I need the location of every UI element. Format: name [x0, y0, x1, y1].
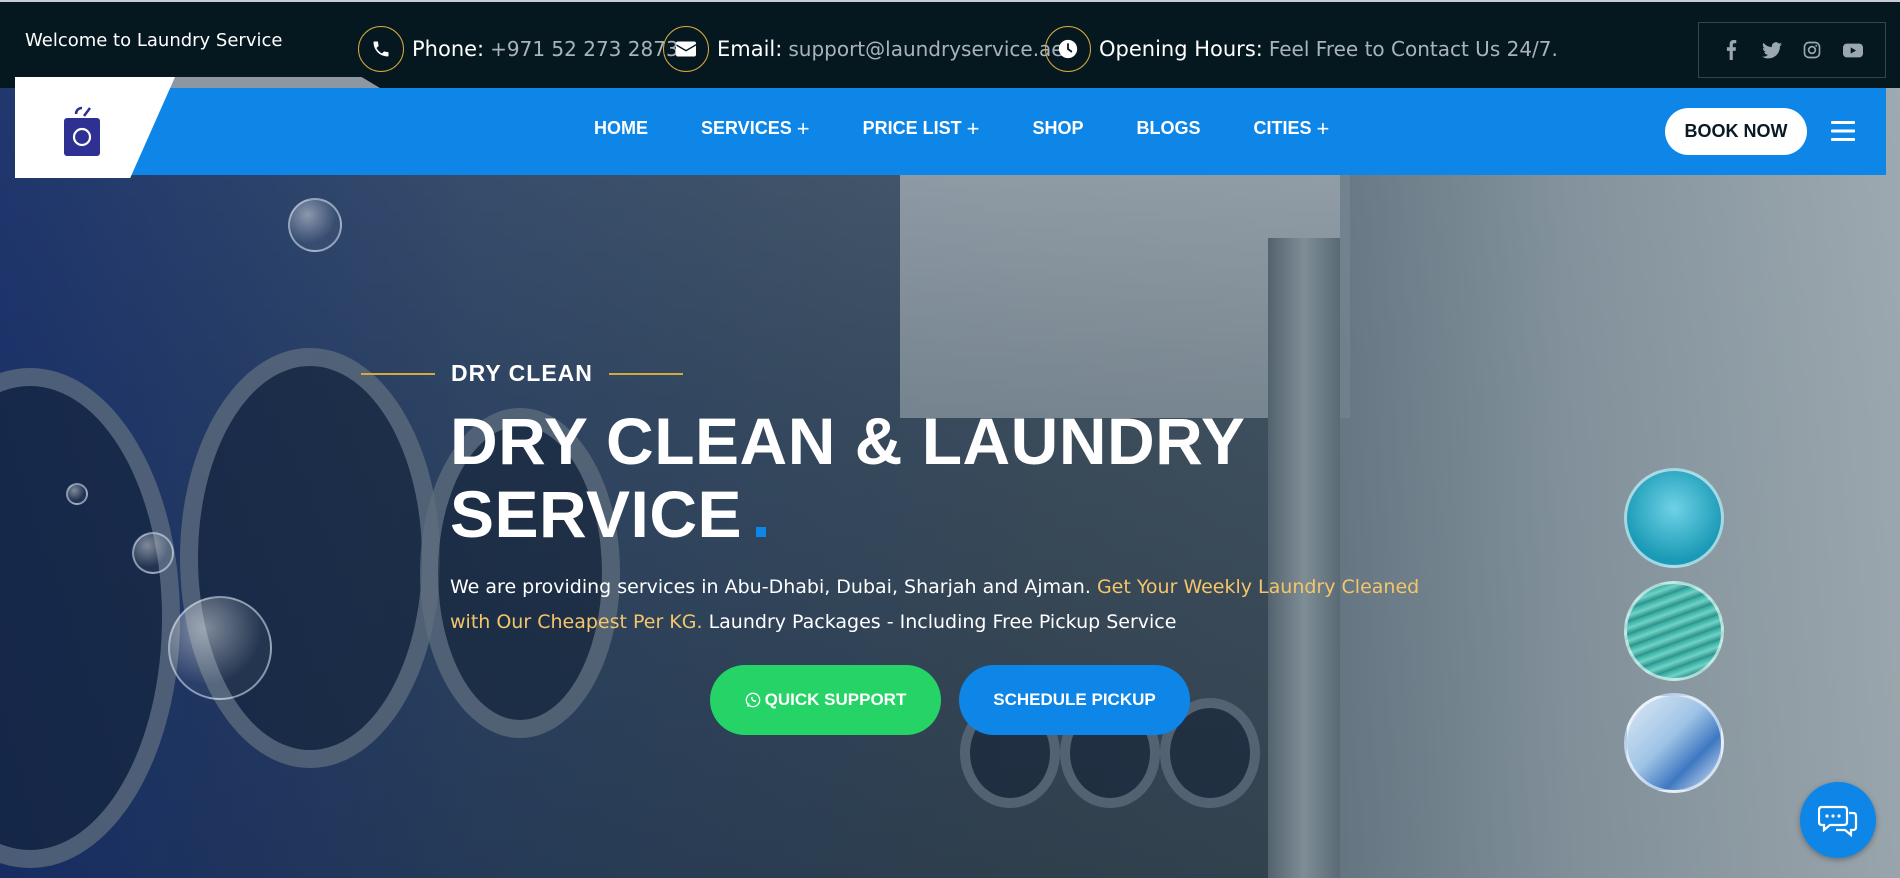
nav-item-blogs[interactable]: BLOGS: [1136, 118, 1200, 139]
chat-button[interactable]: [1800, 782, 1876, 858]
nav-item-home[interactable]: HOME: [594, 118, 648, 139]
email-label: Email:: [717, 37, 783, 61]
twitter-icon[interactable]: [1758, 36, 1786, 64]
hero-background-washer: [180, 348, 440, 768]
social-links: [1698, 22, 1886, 78]
title-accent-dot: [756, 527, 767, 537]
clock-icon: [1045, 26, 1091, 72]
hours-contact: Opening Hours: Feel Free to Contact Us 2…: [1045, 26, 1558, 72]
hero-description: We are providing services in Abu-Dhabi, …: [450, 570, 1450, 640]
hero-slide-thumbnail[interactable]: [1624, 693, 1724, 793]
book-now-button[interactable]: BOOK NOW: [1665, 108, 1807, 155]
nav-item-shop[interactable]: SHOP: [1032, 118, 1083, 139]
hero-desc-part2: Laundry Packages - Including Free Pickup…: [702, 611, 1177, 633]
nav-item-label: HOME: [594, 118, 648, 138]
eyebrow-line-left: [361, 372, 435, 375]
hours-label: Opening Hours:: [1099, 37, 1263, 61]
hero-bubble: [168, 596, 272, 700]
eyebrow-line-right: [608, 372, 683, 375]
hero-title-line2-wrap: SERVICE: [450, 478, 1350, 551]
nav-item-price-list[interactable]: PRICE LIST +: [862, 115, 980, 141]
hero-title-line1: DRY CLEAN & LAUNDRY: [450, 404, 1246, 478]
laundry-bag-logo-icon[interactable]: [62, 106, 102, 158]
nav-item-services[interactable]: SERVICES +: [701, 115, 810, 141]
plus-icon: +: [966, 115, 980, 141]
instagram-icon[interactable]: [1798, 36, 1826, 64]
hamburger-menu-icon[interactable]: [1831, 120, 1855, 142]
facebook-icon[interactable]: [1717, 36, 1745, 64]
plus-icon: +: [1316, 115, 1330, 141]
hero-background-column: [1268, 238, 1340, 878]
youtube-icon[interactable]: [1839, 36, 1867, 64]
hero-bubble: [288, 198, 342, 252]
nav-item-label: PRICE LIST: [862, 118, 962, 138]
phone-label: Phone:: [412, 37, 485, 61]
hero-slide-thumbnail[interactable]: [1624, 581, 1724, 681]
phone-icon: [358, 26, 404, 72]
phone-contact[interactable]: Phone: +971 52 273 2873: [358, 26, 679, 72]
whatsapp-icon: [745, 692, 761, 708]
chat-bubbles-icon: [1818, 803, 1858, 837]
nav-item-label: SERVICES: [701, 118, 792, 138]
hero-background-wall: [1340, 88, 1900, 878]
hero-title: DRY CLEAN & LAUNDRY SERVICE: [450, 405, 1350, 551]
hero-bubble: [66, 483, 88, 505]
hero-background-washer: [0, 368, 180, 868]
quick-support-button[interactable]: QUICK SUPPORT: [710, 665, 941, 735]
nav-item-label: BLOGS: [1136, 118, 1201, 138]
nav-item-cities[interactable]: CITIES +: [1253, 115, 1330, 141]
hero-slide-thumbnail[interactable]: [1624, 468, 1724, 568]
email-contact[interactable]: Email: support@laundryservice.ae: [663, 26, 1064, 72]
email-value[interactable]: support@laundryservice.ae: [788, 37, 1063, 61]
nav-menu: HOME SERVICES + PRICE LIST + SHOP BLOGS CI…: [594, 115, 1382, 141]
nav-item-label: SHOP: [1032, 118, 1084, 138]
logo-stripe: [150, 77, 380, 88]
hours-value: Feel Free to Contact Us 24/7.: [1268, 37, 1558, 61]
hero-bubble: [132, 532, 174, 574]
welcome-text: Welcome to Laundry Service: [25, 30, 283, 51]
hero-eyebrow: DRY CLEAN: [361, 360, 683, 387]
hero-desc-part1: We are providing services in Abu-Dhabi, …: [450, 576, 1097, 598]
top-bar: Welcome to Laundry Service Phone: +971 5…: [0, 0, 1900, 88]
hero-title-line2: SERVICE: [450, 477, 743, 551]
phone-value[interactable]: +971 52 273 2873: [490, 37, 679, 61]
nav-item-label: CITIES: [1253, 118, 1312, 138]
schedule-pickup-button[interactable]: SCHEDULE PICKUP: [959, 665, 1190, 735]
plus-icon: +: [796, 115, 810, 141]
eyebrow-text: DRY CLEAN: [451, 360, 593, 386]
envelope-icon: [663, 26, 709, 72]
quick-support-label: QUICK SUPPORT: [764, 690, 907, 709]
